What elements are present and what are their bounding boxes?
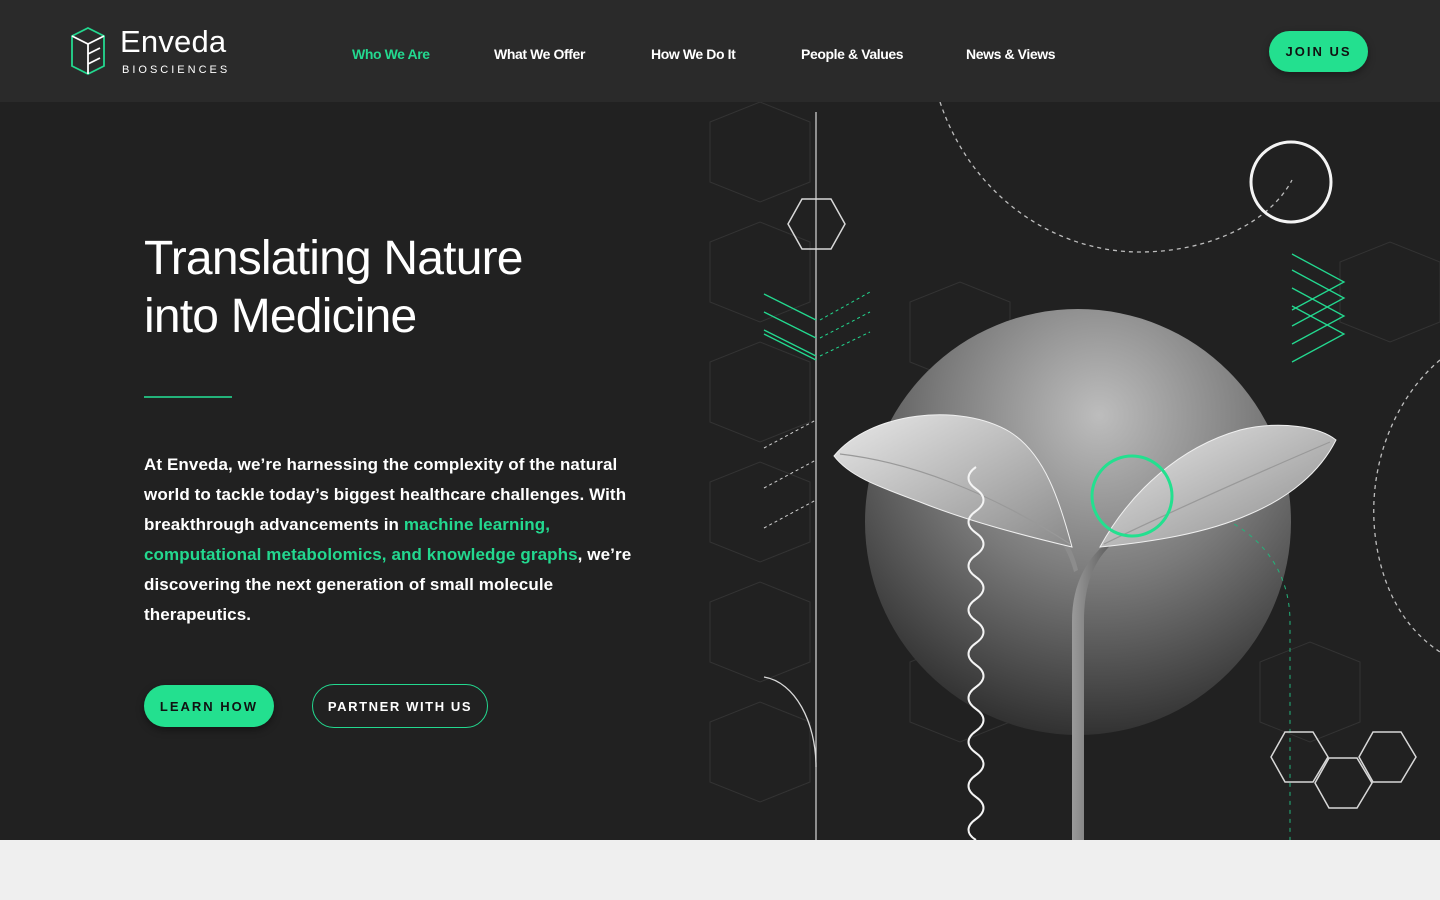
nav-what-we-offer[interactable]: What We Offer (494, 46, 585, 62)
nav-people-values[interactable]: People & Values (801, 46, 904, 62)
dashed-arc-right (1373, 359, 1440, 653)
chevron-lines-right-icon (1291, 253, 1346, 363)
learn-how-button[interactable]: LEARN HOW (144, 685, 274, 727)
dashed-arc-top (939, 102, 1293, 253)
site-header: Enveda BIOSCIENCES Who We Are What We Of… (0, 0, 1440, 102)
logo-wordmark: Enveda (120, 24, 227, 59)
enveda-logo[interactable]: Enveda BIOSCIENCES (70, 24, 240, 78)
hero-title: Translating Nature into Medicine (144, 230, 704, 346)
partner-with-us-button[interactable]: PARTNER WITH US (312, 684, 488, 728)
arc-line (763, 676, 817, 768)
title-divider (144, 396, 232, 398)
chevron-lines-icon (763, 293, 817, 361)
nav-how-we-do-it[interactable]: How We Do It (651, 46, 736, 62)
hero-section: Translating Nature into Medicine At Enve… (0, 102, 1440, 840)
hexagon-cluster-icon (1270, 731, 1417, 809)
hero-description: At Enveda, we’re harnessing the complexi… (144, 450, 634, 630)
nav-who-we-are[interactable]: Who We Are (352, 46, 430, 62)
hero-text-intro: At Enveda, we’re harnessing the complexi… (144, 455, 627, 534)
join-us-button[interactable]: JOIN US (1269, 31, 1368, 72)
hero-illustration (709, 102, 1440, 840)
logo-subtitle: BIOSCIENCES (122, 64, 231, 76)
logo-cube-icon (71, 26, 105, 76)
nav-news-views[interactable]: News & Views (966, 46, 1056, 62)
below-fold-section (0, 840, 1440, 900)
hero-title-line-2: into Medicine (144, 290, 417, 343)
hero-title-line-1: Translating Nature (144, 232, 523, 285)
